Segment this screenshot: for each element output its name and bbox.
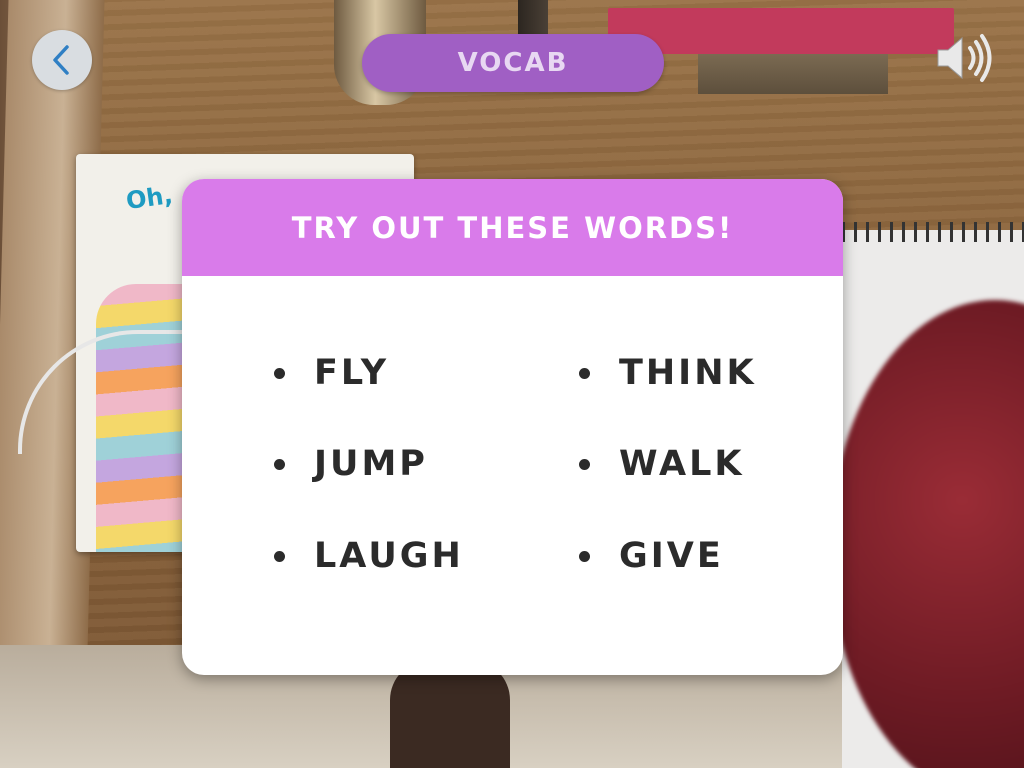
background-arm (390, 660, 510, 768)
card-header: TRY OUT THESE WORDS! (182, 179, 843, 276)
word-item-laugh: LAUGH (274, 539, 464, 574)
background-tray (608, 8, 954, 54)
background-notebook-spiral (842, 222, 1024, 242)
word-item-fly: FLY (274, 356, 389, 391)
word-list: FLY JUMP LAUGH THINK WALK GIVE (182, 276, 843, 675)
vocab-card: TRY OUT THESE WORDS! FLY JUMP LAUGH THIN… (182, 179, 843, 675)
bullet-icon (579, 368, 590, 379)
bullet-icon (274, 368, 285, 379)
word-item-give: GIVE (579, 539, 724, 574)
word-item-jump: JUMP (274, 447, 428, 482)
chevron-left-icon (53, 45, 69, 75)
word-label: GIVE (619, 536, 724, 576)
word-label: THINK (619, 353, 757, 393)
background-book-title: Oh, (124, 180, 175, 216)
vocab-screen: Oh, VOCAB TRY OUT THESE WORDS! FLY JUMP … (0, 0, 1024, 768)
bullet-icon (579, 459, 590, 470)
word-label: LAUGH (314, 536, 464, 576)
word-item-think: THINK (579, 356, 757, 391)
speaker-icon (937, 34, 992, 82)
back-button[interactable] (32, 30, 92, 90)
sound-button[interactable] (932, 28, 996, 88)
word-label: JUMP (314, 444, 428, 484)
header-pill: VOCAB (362, 34, 664, 92)
bullet-icon (579, 551, 590, 562)
bullet-icon (274, 551, 285, 562)
page-title: VOCAB (457, 48, 569, 78)
word-label: WALK (619, 444, 745, 484)
bullet-icon (274, 459, 285, 470)
card-title: TRY OUT THESE WORDS! (291, 210, 734, 245)
background-plate (698, 54, 888, 94)
word-label: FLY (314, 353, 390, 393)
word-item-walk: WALK (579, 447, 745, 482)
